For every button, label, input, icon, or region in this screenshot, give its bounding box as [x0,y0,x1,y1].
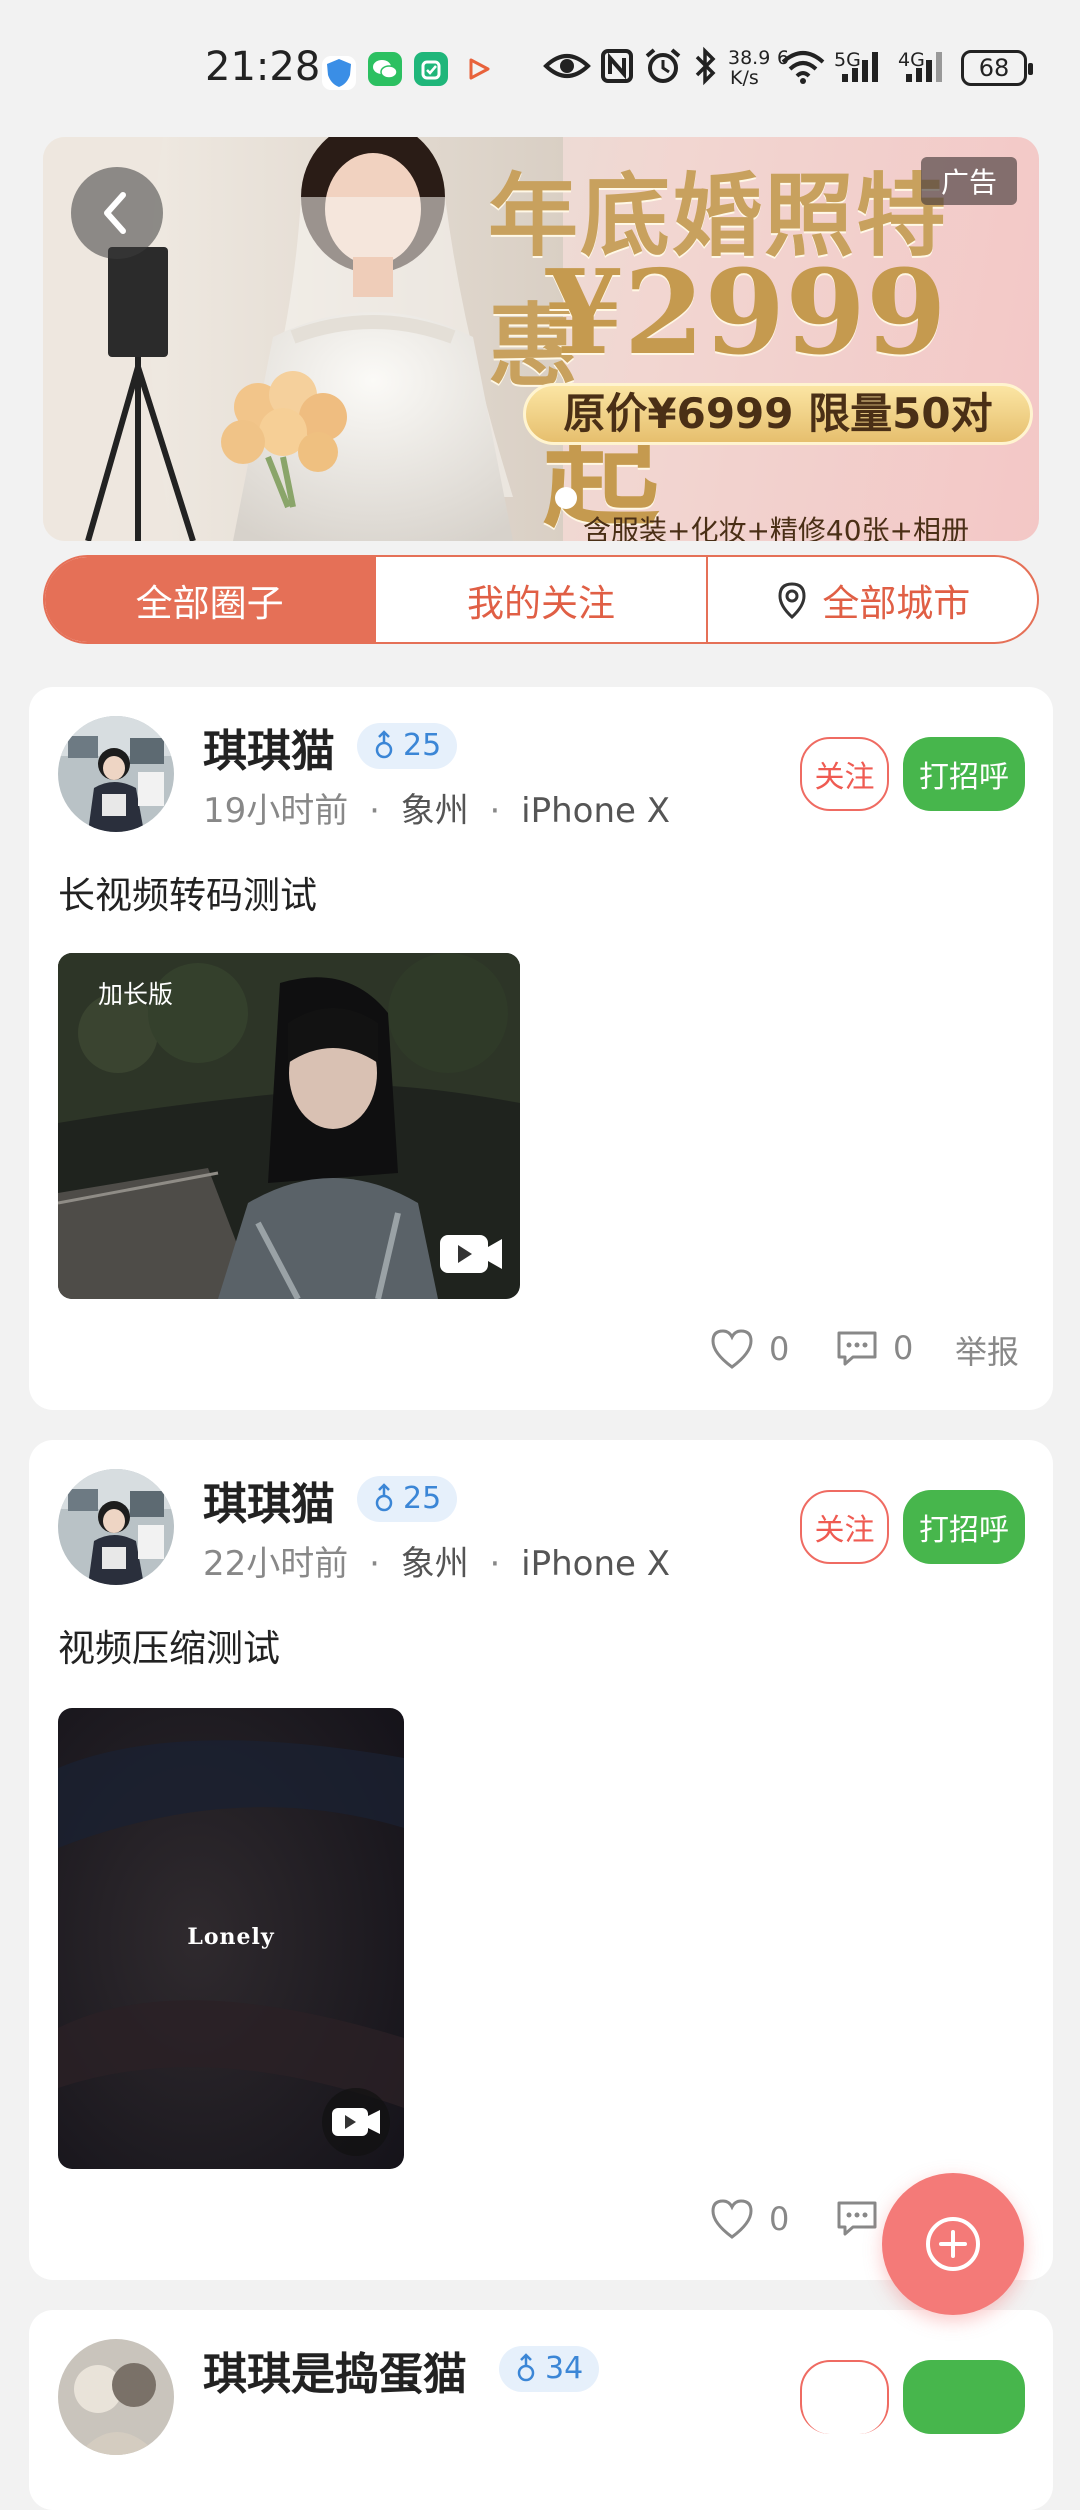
post-text: 长视频转码测试 [58,874,317,917]
back-button[interactable] [71,167,163,259]
shield-icon [322,56,356,90]
male-icon [375,730,393,759]
wechat-icon [368,52,402,86]
tab-label: 我的关注 [466,581,615,625]
comment-button[interactable]: 0 [835,1327,913,1369]
avatar[interactable] [58,1469,174,1585]
video-camera-icon [434,1221,506,1285]
tab-all-cities[interactable]: 全部城市 [705,557,1037,642]
gender-age-badge: 25 [357,1476,458,1522]
post-card: 琪琪猫 25 22小时前 · 象州 · iPhone X 关注 打招呼 视频压缩… [29,1440,1053,2280]
banner-original-price: 原价¥6999 限量50对 [523,383,1033,445]
post-time: 19小时前 [203,791,349,831]
username[interactable]: 琪琪是捣蛋猫 [203,2338,467,2402]
ad-label: 广告 [920,157,1017,205]
signal-icon [902,46,950,97]
location-pin-icon [778,581,806,619]
xiaomi-home-icon [414,52,448,86]
male-icon [517,2353,535,2382]
comment-icon [837,2201,877,2236]
follow-button[interactable] [800,2360,889,2434]
video-camera-icon [320,2086,392,2156]
username[interactable]: 琪琪猫 [203,715,335,779]
eye-icon [543,46,591,97]
video-thumbnail[interactable]: Lonely [58,1708,404,2169]
follow-button[interactable]: 关注 [800,737,889,811]
post-meta: 22小时前 · 象州 · iPhone X [203,1544,671,1584]
age: 25 [403,728,442,763]
video-tag: 加长版 [98,980,174,1009]
bluetooth-icon [692,46,720,97]
like-count: 0 [769,2200,790,2238]
avatar[interactable] [58,716,174,832]
heart-icon [711,2199,753,2239]
create-post-button[interactable] [882,2173,1024,2315]
age: 25 [403,1481,442,1516]
age: 34 [545,2351,584,2386]
post-device: iPhone X [521,791,671,831]
post-card: 琪琪是捣蛋猫 34 [29,2310,1053,2510]
like-button[interactable]: 0 [709,2197,789,2241]
gender-age-badge: 34 [499,2346,600,2392]
nfc-icon [600,46,634,97]
gender-age-badge: 25 [357,723,458,769]
video-caption: Lonely [187,1924,275,1950]
post-meta: 19小时前 · 象州 · iPhone X [203,791,671,831]
greet-button[interactable]: 打招呼 [903,1490,1025,1564]
video-thumbnail[interactable]: 加长版 [58,953,520,1299]
network-speed-unit: K/s [730,67,759,89]
like-button[interactable]: 0 [709,1327,789,1371]
tab-label: 全部圈子 [135,581,284,625]
comment-icon [837,1331,877,1366]
status-time: 21:28 [205,44,321,90]
alarm-icon [643,46,683,97]
report-button[interactable]: 举报 [955,1327,1019,1373]
post-device: iPhone X [521,1544,671,1584]
post-city: 象州 [400,1544,469,1584]
heart-icon [711,1329,753,1369]
comment-button[interactable] [835,2197,879,2239]
wifi-label: 6 [777,47,790,69]
post-actions: 0 0 举报 [29,1327,1053,1377]
avatar[interactable] [58,2339,174,2455]
circle-filter-tabs: 全部圈子 我的关注 全部城市 [43,555,1039,644]
like-count: 0 [769,1330,790,1368]
post-text: 视频压缩测试 [58,1627,280,1670]
post-card: 琪琪猫 25 19小时前 · 象州 · iPhone X 关注 打招呼 长视频转… [29,687,1053,1410]
post-city: 象州 [400,791,469,831]
plus-circle-icon [926,2217,980,2271]
banner-subline: 含服装+化妆+精修40张+相册 [583,514,970,541]
comment-count: 0 [893,1329,914,1367]
battery-indicator: 68 [961,50,1033,86]
username[interactable]: 琪琪猫 [203,1468,335,1532]
follow-button[interactable]: 关注 [800,1490,889,1564]
post-time: 22小时前 [203,1544,349,1584]
play-icon [462,52,496,86]
banner-ad[interactable]: 年底婚照特惠 ¥2999起 原价¥6999 限量50对 含服装+化妆+精修40张… [43,137,1039,541]
tab-all-circles[interactable]: 全部圈子 [45,557,375,642]
network-speed: 38.9 [728,47,771,69]
greet-button[interactable] [903,2360,1025,2434]
signal-icon [838,46,886,97]
chevron-left-icon [104,192,126,234]
tab-my-follows[interactable]: 我的关注 [374,557,705,642]
male-icon [375,1483,393,1512]
greet-button[interactable]: 打招呼 [903,737,1025,811]
carousel-indicator[interactable] [555,487,577,509]
tab-label: 全部城市 [822,581,971,625]
status-bar: 21:28 38.9 K/s 6 5G 4G 68 [0,0,1080,130]
